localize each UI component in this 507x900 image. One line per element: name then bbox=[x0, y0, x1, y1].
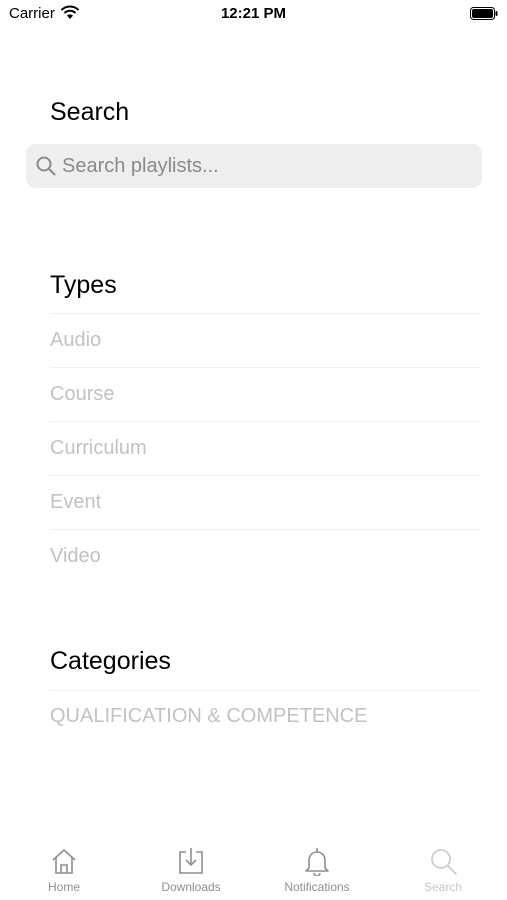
clock: 12:21 PM bbox=[220, 5, 287, 22]
tab-notifications[interactable]: Notifications bbox=[257, 836, 377, 900]
magnifier-icon bbox=[431, 849, 457, 875]
download-icon bbox=[179, 848, 203, 874]
tab-label: Home bbox=[47, 880, 80, 894]
tab-downloads[interactable]: Downloads bbox=[131, 836, 251, 900]
battery-icon bbox=[470, 7, 498, 20]
search-input[interactable] bbox=[62, 144, 472, 188]
list-item-label: Curriculum bbox=[50, 437, 147, 459]
type-item-course[interactable]: Course bbox=[50, 367, 480, 421]
search-heading: Search bbox=[50, 98, 130, 126]
status-bar: Carrier 12:21 PM bbox=[0, 0, 507, 30]
types-heading: Types bbox=[50, 271, 117, 299]
list-item-label: Audio bbox=[50, 329, 102, 351]
bell-icon bbox=[305, 848, 329, 876]
tab-bar: Home Downloads Notifications Search bbox=[0, 836, 507, 900]
categories-list: QUALIFICATION & COMPETENCE bbox=[50, 690, 480, 742]
list-item-label: Course bbox=[50, 383, 115, 405]
home-icon bbox=[52, 849, 76, 874]
magnifier-icon bbox=[36, 156, 56, 176]
tab-label: Downloads bbox=[161, 880, 221, 894]
types-list: Audio Course Curriculum Event Video bbox=[50, 313, 480, 583]
tab-home[interactable]: Home bbox=[4, 836, 124, 900]
type-item-curriculum[interactable]: Curriculum bbox=[50, 421, 480, 475]
type-item-video[interactable]: Video bbox=[50, 529, 480, 583]
categories-heading: Categories bbox=[50, 647, 171, 675]
tab-label: Search bbox=[423, 880, 463, 894]
list-item-label: Video bbox=[50, 545, 101, 567]
type-item-event[interactable]: Event bbox=[50, 475, 480, 529]
category-item-qualification[interactable]: QUALIFICATION & COMPETENCE bbox=[50, 690, 480, 742]
tab-search[interactable]: Search bbox=[383, 836, 503, 900]
search-field[interactable] bbox=[26, 144, 482, 188]
tab-label: Notifications bbox=[284, 880, 350, 894]
list-item-label: QUALIFICATION & COMPETENCE bbox=[50, 705, 368, 727]
type-item-audio[interactable]: Audio bbox=[50, 313, 480, 367]
list-item-label: Event bbox=[50, 491, 102, 513]
